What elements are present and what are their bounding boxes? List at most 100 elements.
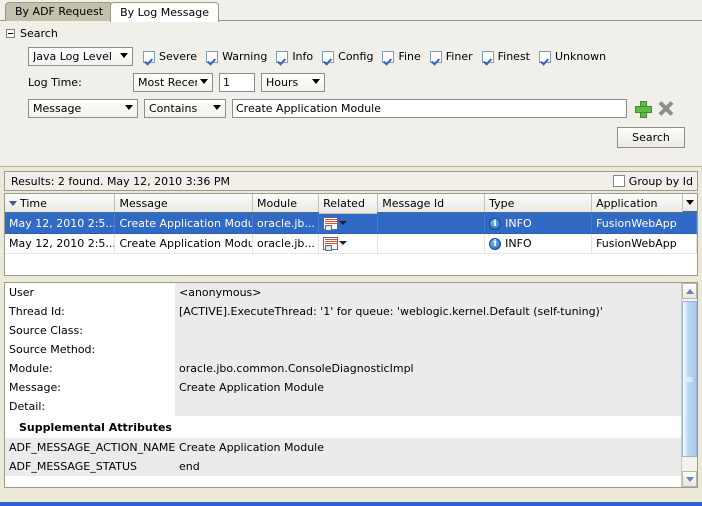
cell-related[interactable] — [318, 213, 379, 234]
search-button[interactable]: Search — [617, 127, 685, 148]
results-bar: Results: 2 found. May 12, 2010 3:36 PM G… — [4, 171, 698, 191]
checkbox-label: Warning — [222, 50, 268, 63]
table-row[interactable]: May 12, 2010 2:5... Create Application M… — [5, 213, 697, 234]
checkbox-icon[interactable] — [382, 50, 395, 63]
checkbox-severe[interactable]: Severe — [143, 50, 197, 63]
checkbox-icon[interactable] — [322, 50, 335, 63]
cell-related[interactable] — [318, 233, 379, 254]
column-label: Message Id — [382, 196, 445, 210]
column-header-type[interactable]: Type — [484, 194, 593, 214]
operator-select[interactable]: Contains — [144, 98, 226, 118]
scroll-up-button[interactable] — [682, 283, 697, 299]
cell-time: May 12, 2010 2:5... — [5, 233, 116, 254]
chevron-down-icon[interactable] — [339, 221, 348, 226]
section-title: Supplemental Attributes — [5, 416, 681, 438]
log-level-select[interactable]: Java Log Level — [28, 47, 133, 66]
checkbox-icon[interactable] — [612, 175, 625, 187]
column-header-time[interactable]: Time — [5, 194, 116, 214]
detail-row-module: Module: oracle.jbo.common.ConsoleDiagnos… — [5, 359, 681, 378]
detail-vertical-scrollbar[interactable] — [681, 283, 697, 487]
attribute-row-action-name: ADF_MESSAGE_ACTION_NAME Create Applicati… — [5, 438, 681, 457]
scrollbar-track[interactable] — [682, 299, 697, 471]
checkbox-warning[interactable]: Warning — [206, 50, 267, 63]
tab-label: By Log Message — [120, 6, 209, 19]
tab-by-log-message[interactable]: By Log Message — [110, 2, 219, 22]
recency-value: Most Recent — [138, 75, 197, 89]
cell-type: i INFO — [484, 233, 593, 254]
unit-select[interactable]: Hours — [261, 72, 325, 92]
log-time-row: Log Time: Most Recent Hours — [0, 69, 702, 95]
checkbox-label: Fine — [398, 50, 421, 63]
attribute-value: end — [175, 457, 681, 476]
checkbox-config[interactable]: Config — [322, 50, 373, 63]
tab-bar: By ADF Request By Log Message — [0, 0, 702, 22]
detail-panel: User <anonymous> Thread Id: [ACTIVE].Exe… — [4, 282, 698, 488]
column-chooser-button[interactable] — [682, 194, 697, 213]
checkbox-icon[interactable] — [429, 50, 442, 63]
search-section-header[interactable]: Search — [0, 25, 702, 44]
table-row[interactable]: May 12, 2010 2:5... Create Application M… — [5, 233, 697, 254]
related-report-icon[interactable] — [323, 216, 339, 231]
results-bar-wrap: Results: 2 found. May 12, 2010 3:36 PM G… — [0, 167, 702, 191]
search-title: Search — [20, 27, 58, 40]
checkbox-icon[interactable] — [206, 50, 219, 63]
chevron-down-icon[interactable] — [339, 241, 348, 246]
remove-criterion-icon[interactable] — [658, 101, 673, 116]
query-row: Message Contains — [0, 95, 702, 121]
checkbox-finer[interactable]: Finer — [429, 50, 473, 63]
detail-value — [175, 340, 681, 359]
query-input[interactable] — [232, 98, 627, 118]
checkbox-icon[interactable] — [481, 50, 494, 63]
column-header-application[interactable]: Application — [591, 194, 697, 214]
column-header-module[interactable]: Module — [252, 194, 320, 214]
unit-value: Hours — [266, 75, 299, 89]
attribute-key: ADF_MESSAGE_ACTION_NAME — [5, 438, 175, 457]
checkbox-icon[interactable] — [539, 50, 551, 63]
cell-module: oracle.jb... — [252, 233, 320, 254]
checkbox-fine[interactable]: Fine — [382, 50, 421, 63]
attribute-key: ADF_MESSAGE_STATUS — [5, 457, 175, 476]
tab-by-adf-request[interactable]: By ADF Request — [5, 2, 114, 21]
chevron-down-icon — [686, 200, 694, 205]
related-report-icon[interactable] — [323, 236, 339, 251]
field-select[interactable]: Message — [28, 98, 138, 118]
minus-box-icon[interactable] — [6, 29, 15, 38]
group-by-id-toggle[interactable]: Group by Id — [612, 174, 693, 188]
checkbox-label: Unknown — [555, 50, 607, 63]
results-status: Results: 2 found. May 12, 2010 3:36 PM — [11, 174, 230, 188]
detail-key: Module: — [9, 362, 53, 375]
column-header-message[interactable]: Message — [114, 194, 253, 214]
checkbox-finest[interactable]: Finest — [481, 50, 530, 63]
type-label: INFO — [505, 236, 532, 250]
group-by-id-label: Group by Id — [628, 174, 693, 188]
detail-key: User — [9, 286, 35, 299]
search-button-row: Search — [0, 121, 702, 148]
scroll-down-button[interactable] — [682, 471, 697, 487]
supplemental-attributes-heading: Supplemental Attributes — [5, 416, 681, 438]
log-time-label: Log Time: — [28, 75, 82, 89]
add-criterion-icon[interactable] — [635, 100, 652, 118]
column-label: Type — [489, 196, 515, 210]
detail-key: Source Class: — [9, 324, 83, 337]
scrollbar-thumb[interactable] — [682, 301, 697, 457]
detail-value — [175, 397, 681, 416]
cell-type: i INFO — [484, 213, 593, 234]
column-label: Related — [323, 196, 365, 210]
detail-row-detail: Detail: — [5, 397, 681, 416]
column-header-related[interactable]: Related — [318, 194, 379, 214]
detail-row-user: User <anonymous> — [5, 283, 681, 302]
attribute-value: Create Application Module — [175, 438, 681, 457]
column-header-message-id[interactable]: Message Id — [377, 194, 486, 214]
checkbox-info[interactable]: Info — [276, 50, 313, 63]
cell-time: May 12, 2010 2:5... — [5, 213, 116, 234]
detail-value: <anonymous> — [175, 283, 681, 302]
recency-select[interactable]: Most Recent — [133, 72, 213, 92]
checkbox-unknown[interactable]: Unknown — [539, 50, 606, 63]
checkbox-label: Finest — [497, 50, 530, 63]
checkbox-label: Config — [338, 50, 374, 63]
checkbox-icon[interactable] — [143, 50, 155, 63]
checkbox-icon[interactable] — [276, 50, 289, 63]
detail-key: Source Method: — [9, 343, 96, 356]
amount-input[interactable] — [219, 72, 255, 92]
chevron-down-icon — [210, 100, 223, 117]
